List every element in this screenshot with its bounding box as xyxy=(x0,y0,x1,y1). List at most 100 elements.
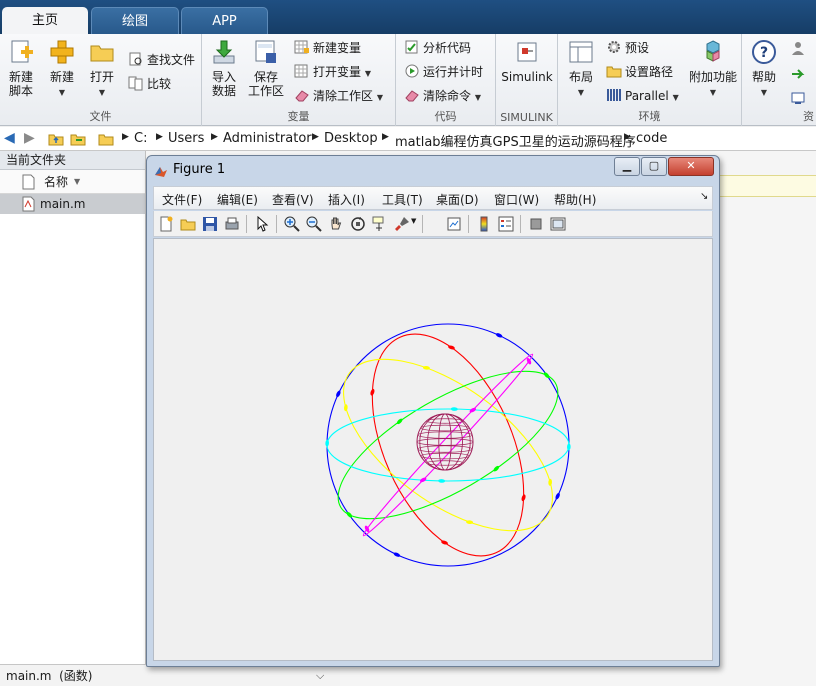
matlab-logo-icon xyxy=(155,167,167,177)
new-button[interactable]: 新建 ▼ xyxy=(42,38,82,100)
chevron-down-icon: ▼ xyxy=(577,88,585,97)
dock-arrow-icon[interactable]: ↘ xyxy=(700,191,708,202)
earth-parallel xyxy=(426,460,464,466)
new-script-button[interactable]: 新建 脚本 xyxy=(2,38,40,98)
menu-tools[interactable]: 工具(T) xyxy=(382,191,423,208)
help-button[interactable]: ? 帮助 ▼ xyxy=(744,38,784,100)
set-path-button[interactable]: 设置路径 xyxy=(606,62,673,82)
list-item[interactable]: main.m xyxy=(0,194,145,214)
open-file-icon[interactable] xyxy=(180,216,196,232)
breadcrumb-c[interactable]: C: xyxy=(134,131,147,146)
save-icon[interactable] xyxy=(202,216,218,232)
back-arrow-icon[interactable]: ◀ xyxy=(4,130,15,146)
breadcrumb-project[interactable]: matlab编程仿真GPS卫星的运动源码程序 xyxy=(395,131,636,150)
clear-workspace-button[interactable]: 清除工作区 ▼ xyxy=(294,86,383,106)
help-icon: ? xyxy=(752,40,776,64)
up-folder-icon[interactable] xyxy=(48,131,64,147)
simulink-label: Simulink xyxy=(501,70,553,84)
add-ons-button[interactable]: 附加功能 ▼ xyxy=(686,38,740,100)
chevron-down-icon: ▼ xyxy=(474,93,481,102)
menu-help[interactable]: 帮助(H) xyxy=(554,191,596,208)
breadcrumb-administrator[interactable]: Administrator xyxy=(223,131,312,146)
tab-apps[interactable]: APP xyxy=(181,7,268,34)
link-plot-icon[interactable] xyxy=(446,216,462,232)
earth-parallel xyxy=(420,452,470,460)
breadcrumb-desktop[interactable]: Desktop xyxy=(324,131,378,146)
browse-folder-icon[interactable] xyxy=(70,131,86,147)
satellite-orbit-plot[interactable] xyxy=(154,239,714,662)
earth-parallel xyxy=(426,418,464,424)
layout-button[interactable]: 布局 ▼ xyxy=(562,38,600,100)
menu-window[interactable]: 窗口(W) xyxy=(494,191,539,208)
learn-matlab-icon[interactable] xyxy=(790,90,806,106)
compare-button[interactable]: 比较 xyxy=(128,74,171,94)
hide-plot-tools-icon[interactable] xyxy=(528,216,544,232)
menu-file[interactable]: 文件(F) xyxy=(162,191,202,208)
close-button[interactable]: ✕ xyxy=(668,157,714,176)
menu-desktop[interactable]: 桌面(D) xyxy=(436,191,479,208)
pan-hand-icon[interactable] xyxy=(328,216,344,232)
group-file: 新建 脚本 新建 ▼ 打开 ▼ 查找文件 比较 文件 xyxy=(0,34,202,126)
satellite-marker xyxy=(336,390,341,398)
find-files-icon xyxy=(129,52,142,66)
data-cursor-icon[interactable] xyxy=(372,216,388,232)
menu-edit[interactable]: 编辑(E) xyxy=(217,191,258,208)
chevron-down-icon: ▼ xyxy=(672,93,679,102)
colorbar-icon[interactable] xyxy=(476,216,492,232)
run-and-time-button[interactable]: 运行并计时 xyxy=(404,62,483,82)
parallel-button[interactable]: Parallel ▼ xyxy=(606,86,679,106)
new-figure-icon[interactable] xyxy=(158,216,174,232)
legend-icon[interactable] xyxy=(498,216,514,232)
import-data-label: 导入 数据 xyxy=(211,70,236,98)
clear-commands-button[interactable]: 清除命令 ▼ xyxy=(404,86,481,106)
new-variable-button[interactable]: 新建变量 xyxy=(294,38,361,58)
satellite-marker xyxy=(495,333,503,338)
satellite-marker xyxy=(548,478,552,486)
rotate-3d-icon[interactable] xyxy=(350,216,366,232)
menu-view[interactable]: 查看(V) xyxy=(272,191,314,208)
forward-arrow-icon[interactable]: ▶ xyxy=(24,130,35,146)
find-files-button[interactable]: 查找文件 xyxy=(128,50,195,70)
new-script-icon xyxy=(11,40,33,63)
open-button[interactable]: 打开 ▼ xyxy=(84,38,120,100)
breadcrumb-users[interactable]: Users xyxy=(168,131,204,146)
brush-icon[interactable] xyxy=(394,216,410,232)
name-column-header[interactable]: 名称 ▼ xyxy=(0,170,145,194)
group-variable-label: 变量 xyxy=(287,110,310,123)
show-plot-tools-icon[interactable] xyxy=(550,216,566,232)
group-code: 分析代码 运行并计时 清除命令 ▼ 代码 xyxy=(396,34,496,126)
satellite-marker xyxy=(325,439,329,447)
maximize-button[interactable]: ▢ xyxy=(641,157,667,176)
figure-canvas[interactable] xyxy=(153,238,713,661)
earth-meridian xyxy=(438,413,452,471)
chevron-down-icon: ▼ xyxy=(364,69,371,78)
analyze-code-button[interactable]: 分析代码 xyxy=(404,38,471,58)
request-support-icon[interactable] xyxy=(790,66,806,82)
tab-home[interactable]: 主页 xyxy=(2,7,88,34)
breadcrumb-code[interactable]: code xyxy=(636,131,667,146)
save-workspace-button[interactable]: 保存 工作区 xyxy=(246,38,286,98)
menu-insert[interactable]: 插入(I) xyxy=(328,191,365,208)
minimize-button[interactable]: ▁ xyxy=(614,157,640,176)
earth-meridian xyxy=(427,413,463,471)
community-icon[interactable] xyxy=(790,40,806,56)
file-details-bar[interactable]: main.m (函数) ⌵ xyxy=(0,664,340,686)
figure-window[interactable]: Figure 1 ▁ ▢ ✕ 文件(F) 编辑(E) 查看(V) 插入(I) 工… xyxy=(146,155,720,667)
satellite-marker xyxy=(555,492,560,500)
pointer-icon[interactable] xyxy=(254,216,270,232)
zoom-in-icon[interactable] xyxy=(284,216,300,232)
ribbon: 新建 脚本 新建 ▼ 打开 ▼ 查找文件 比较 文件 导入 数据 保存 工作区 … xyxy=(0,34,816,126)
simulink-button[interactable]: Simulink xyxy=(500,38,554,84)
add-ons-label: 附加功能 xyxy=(688,70,737,84)
current-folder-panel: 当前文件夹 名称 ▼ main.m main.m (函数) ⌵ xyxy=(0,151,340,686)
new-script-label: 新建 脚本 xyxy=(8,70,33,98)
chevron-down-icon[interactable]: ▼ xyxy=(411,217,416,225)
tab-plots[interactable]: 绘图 xyxy=(91,7,179,34)
zoom-out-icon[interactable] xyxy=(306,216,322,232)
toolbar-divider xyxy=(520,215,521,233)
open-variable-button[interactable]: 打开变量 ▼ xyxy=(294,62,371,82)
chevron-down-icon[interactable]: ⌵ xyxy=(316,665,324,686)
preferences-button[interactable]: 预设 xyxy=(606,38,649,58)
import-data-button[interactable]: 导入 数据 xyxy=(204,38,244,98)
print-icon[interactable] xyxy=(224,216,240,232)
